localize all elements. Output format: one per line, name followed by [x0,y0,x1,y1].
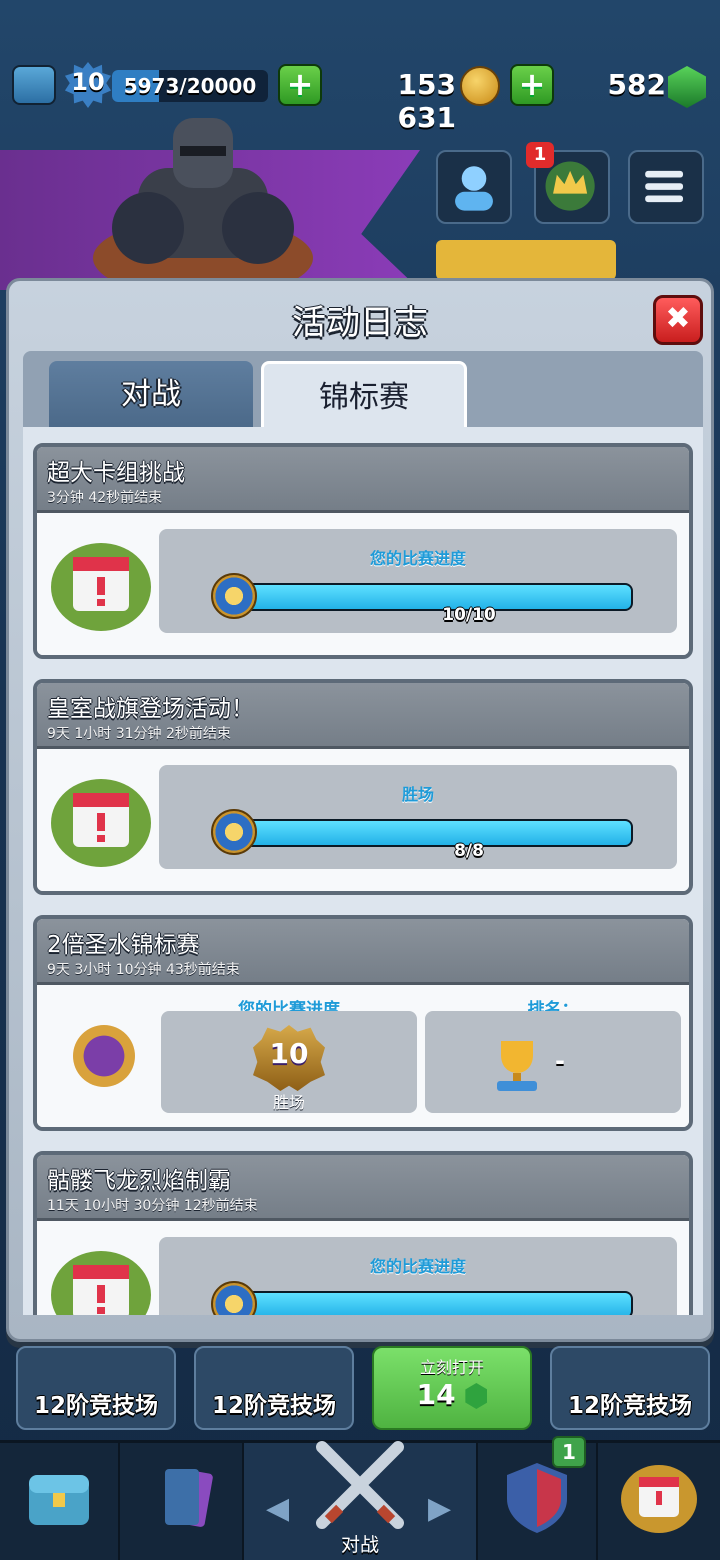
gem-icon [668,66,706,108]
open-cost: 14 [374,1378,530,1411]
event-card-header: 皇室战旗登场活动！ 9天 1小时 31分钟 2秒前结束 [37,683,689,749]
progress-value: 8/8 [454,841,484,861]
gold-amount: 153 631 [397,68,456,134]
open-now-label: 立刻打开 [419,1358,484,1377]
event-card[interactable]: 超大卡组挑战 3分钟 42秒前结束 您的比赛进度 10/10 [33,443,693,659]
tab-tournament[interactable]: 锦标赛 [261,361,467,433]
cards-icon [165,1469,213,1527]
event-end-time: 3分钟 42秒前结束 [47,490,163,506]
close-button[interactable]: ✖ [653,295,703,345]
progress-panel: 您的比赛进度 10/10 [159,529,677,633]
progress-panel: 胜场 8/8 [159,765,677,869]
king-level: 10 [71,68,105,96]
chest-slot[interactable]: 12阶竞技场 [550,1346,710,1430]
progress-value: 10/10 [442,605,496,625]
event-card[interactable]: 2倍圣水锦标赛 9天 3小时 10分钟 43秒前结束 您的比赛进度 10 胜场 … [33,915,693,1131]
event-card[interactable]: 皇室战旗登场活动！ 9天 1小时 31分钟 2秒前结束 胜场 8/8 [33,679,693,895]
nav-battle-label: 对战 [340,1534,379,1556]
gem-amount: 582 [607,68,666,101]
chest-arena-label: 12阶竞技场 [211,1393,336,1419]
trophy-icon [497,1041,537,1091]
event-title: 超大卡组挑战 [47,460,185,486]
progress-label: 胜场 [401,785,434,804]
calendar-wreath-icon [51,543,151,631]
calendar-wreath-icon [51,1251,151,1315]
clan-notification-badge: 1 [552,1436,586,1468]
experience-bar: 5973/20000 [112,70,268,102]
dialog-title: 活动日志 [292,303,428,343]
event-title: 2倍圣水锦标赛 [47,932,200,958]
bottom-navigation: ◀ ▶ 对战 [0,1440,720,1560]
chest-arena-label: 12阶竞技场 [567,1393,692,1419]
event-card[interactable]: 骷髅飞龙烈焰制霸 11天 10小时 30分钟 12秒前结束 您的比赛进度 [33,1151,693,1315]
tab-bar: 对战 锦标赛 [23,351,703,433]
add-gold-button[interactable]: + [278,64,322,106]
chest-arena-label: 12阶竞技场 [33,1393,158,1419]
progress-bar [229,1291,633,1315]
experience-text: 5973/20000 [123,74,257,98]
king-level-icon[interactable] [12,65,56,105]
nav-battle[interactable]: ◀ ▶ 对战 [244,1441,478,1560]
nav-shop[interactable] [0,1443,120,1560]
hamburger-menu-icon [645,170,684,203]
chest-slot[interactable]: 12阶竞技场 [16,1346,176,1430]
chevron-right-icon[interactable]: ▶ [428,1491,451,1526]
chest-slot[interactable]: 12阶竞技场 [194,1346,354,1430]
progress-panel: 您的比赛进度 [159,1237,677,1315]
notification-badge: 1 [526,142,554,168]
add-gems-button[interactable]: + [510,64,554,106]
medal-icon [211,809,257,855]
event-list[interactable]: 超大卡组挑战 3分钟 42秒前结束 您的比赛进度 10/10 皇室战旗登场活动！… [23,427,703,1315]
royal-pass-banner[interactable] [436,240,616,280]
calendar-wreath-icon [621,1465,697,1533]
nav-cards[interactable] [120,1443,244,1560]
chevron-left-icon[interactable]: ◀ [266,1491,289,1526]
medal-icon [211,573,257,619]
tab-battle[interactable]: 对战 [49,361,253,431]
event-card-header: 超大卡组挑战 3分钟 42秒前结束 [37,447,689,513]
tournament-badge-icon [73,1025,135,1087]
medal-icon [211,1281,257,1315]
gem-icon [465,1383,488,1409]
event-card-header: 骷髅飞龙烈焰制霸 11天 10小时 30分钟 12秒前结束 [37,1155,689,1221]
event-end-time: 9天 3小时 10分钟 43秒前结束 [47,962,240,978]
crossed-swords-icon [316,1441,404,1529]
event-end-time: 9天 1小时 31分钟 2秒前结束 [47,726,231,742]
open-cost-value: 14 [416,1378,456,1411]
progress-fill [231,1293,631,1315]
event-title: 皇室战旗登场活动！ [47,696,254,722]
progress-label: 您的比赛进度 [369,549,466,568]
wins-count: 10 [269,1037,309,1070]
friends-button[interactable] [436,150,512,224]
event-end-time: 11天 10小时 30分钟 12秒前结束 [47,1198,258,1214]
chest-slot-ready[interactable]: 立刻打开 14 [372,1346,532,1430]
rank-panel: - [425,1011,681,1113]
mega-knight-character-art [93,118,313,288]
gold-coin-icon [460,66,500,106]
activity-log-dialog: 活动日志 ✖ 对战 锦标赛 超大卡组挑战 3分钟 42秒前结束 您的比赛进度 1… [6,278,714,1342]
event-card-header: 2倍圣水锦标赛 9天 3小时 10分钟 43秒前结束 [37,919,689,985]
resource-bar: 10 5973/20000 + 153 631 + 582 [0,60,720,134]
chest-slots: 12阶竞技场 12阶竞技场 立刻打开 14 12阶竞技场 [0,1346,720,1436]
event-title: 骷髅飞龙烈焰制霸 [47,1168,231,1194]
calendar-wreath-icon [51,779,151,867]
nav-events[interactable] [598,1443,720,1560]
menu-button[interactable] [628,150,704,224]
clan-shield-icon [507,1463,567,1533]
wins-panel: 10 胜场 [161,1011,417,1113]
friends-icon [455,166,493,211]
shop-chest-icon [29,1475,89,1525]
wins-caption: 胜场 [272,1093,305,1112]
rank-value: - [555,1047,565,1075]
progress-label: 您的比赛进度 [369,1257,466,1276]
